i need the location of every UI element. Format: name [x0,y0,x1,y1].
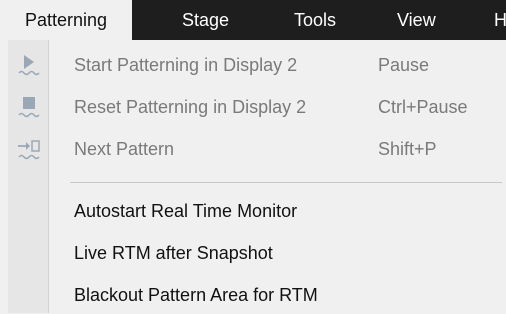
stop-icon [16,95,42,119]
menu-separator [70,182,502,183]
menu-item-shortcut: Ctrl+Pause [378,97,468,117]
menu-item-label: Live RTM after Snapshot [74,243,273,263]
menu-item-start-patterning[interactable]: Start Patterning in Display 2 Pause [0,46,506,84]
next-pattern-icon [16,137,42,161]
play-icon [16,53,42,77]
menu-item-reset-patterning[interactable]: Reset Patterning in Display 2 Ctrl+Pause [0,88,506,126]
patterning-dropdown-menu: Start Patterning in Display 2 Pause Rese… [0,40,506,313]
menu-item-blackout-pattern-area[interactable]: Blackout Pattern Area for RTM [0,276,506,314]
menu-stage[interactable]: Stage [182,0,229,40]
menu-item-next-pattern[interactable]: Next Pattern Shift+P [0,130,506,168]
menu-view[interactable]: View [397,0,436,40]
menu-bar: Patterning Stage Tools View H [0,0,506,40]
menu-item-label: Blackout Pattern Area for RTM [74,285,318,305]
menu-help[interactable]: H [494,0,506,40]
menu-item-label: Reset Patterning in Display 2 [74,97,307,117]
menu-item-shortcut: Pause [378,55,430,75]
menu-item-autostart-rtm[interactable]: Autostart Real Time Monitor [0,192,506,230]
menu-item-shortcut: Shift+P [378,139,437,159]
menu-patterning[interactable]: Patterning [0,0,132,40]
menu-item-label: Autostart Real Time Monitor [74,201,298,221]
menu-item-label: Next Pattern [74,139,175,159]
menu-item-live-rtm-after-snapshot[interactable]: Live RTM after Snapshot [0,234,506,272]
menu-item-label: Start Patterning in Display 2 [74,55,298,75]
menu-tools[interactable]: Tools [294,0,336,40]
